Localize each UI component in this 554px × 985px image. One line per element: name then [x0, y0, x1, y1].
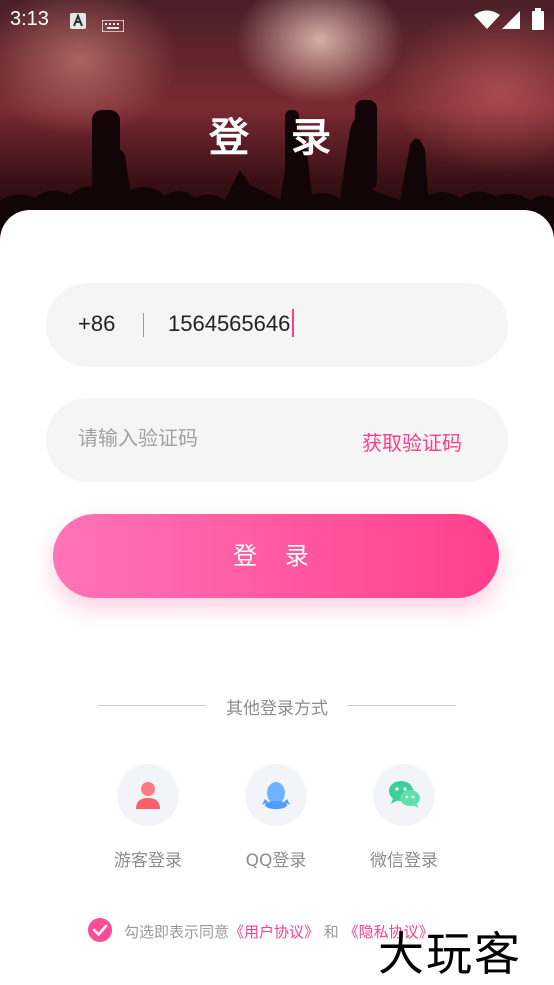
qq-penguin-icon: [262, 782, 290, 809]
qq-login-icon-circle[interactable]: [245, 764, 307, 826]
phone-value-text: 1564565646: [168, 311, 291, 336]
signal-icon: [502, 10, 520, 35]
keyboard-icon: [101, 13, 125, 37]
status-time: 3:13: [10, 8, 49, 30]
watermark: 大玩客: [378, 927, 522, 981]
other-login-header: 其他登录方式: [0, 694, 554, 719]
wechat-login-button[interactable]: 微信登录: [354, 764, 454, 871]
notification-a-icon: [70, 10, 86, 34]
agreement-and: 和: [319, 923, 344, 941]
phone-field[interactable]: +86 1564565646: [46, 283, 508, 367]
page-title: 登 录: [209, 115, 345, 161]
login-button[interactable]: 登 录: [53, 514, 499, 598]
verification-code-field[interactable]: 获取验证码: [46, 398, 508, 482]
verification-code-input[interactable]: [78, 426, 318, 450]
guest-user-icon: [136, 782, 160, 809]
guest-login-icon-circle[interactable]: [117, 764, 179, 826]
field-divider: [143, 313, 144, 337]
guest-login-label: 游客登录: [114, 851, 182, 871]
qq-login-button[interactable]: QQ登录: [226, 764, 326, 871]
text-caret: [292, 309, 295, 338]
wechat-icon: [389, 781, 420, 808]
divider-line-right: [348, 705, 456, 706]
user-agreement-link[interactable]: 《用户协议》: [229, 923, 319, 941]
phone-input[interactable]: 1564565646: [168, 309, 295, 339]
country-code[interactable]: +86: [78, 311, 115, 337]
other-login-title: 其他登录方式: [226, 699, 328, 719]
wechat-login-icon-circle[interactable]: [373, 764, 435, 826]
wifi-icon: [474, 10, 500, 35]
qq-login-label: QQ登录: [245, 851, 307, 871]
agreement-prefix: 勾选即表示同意: [124, 923, 230, 941]
agreement-checkbox[interactable]: [88, 918, 112, 942]
wechat-login-label: 微信登录: [370, 851, 438, 871]
battery-icon: [532, 8, 544, 35]
status-bar: 3:13: [0, 0, 554, 38]
checkmark-icon: [92, 924, 108, 936]
guest-login-button[interactable]: 游客登录: [98, 764, 198, 871]
get-code-button[interactable]: 获取验证码: [362, 427, 462, 456]
